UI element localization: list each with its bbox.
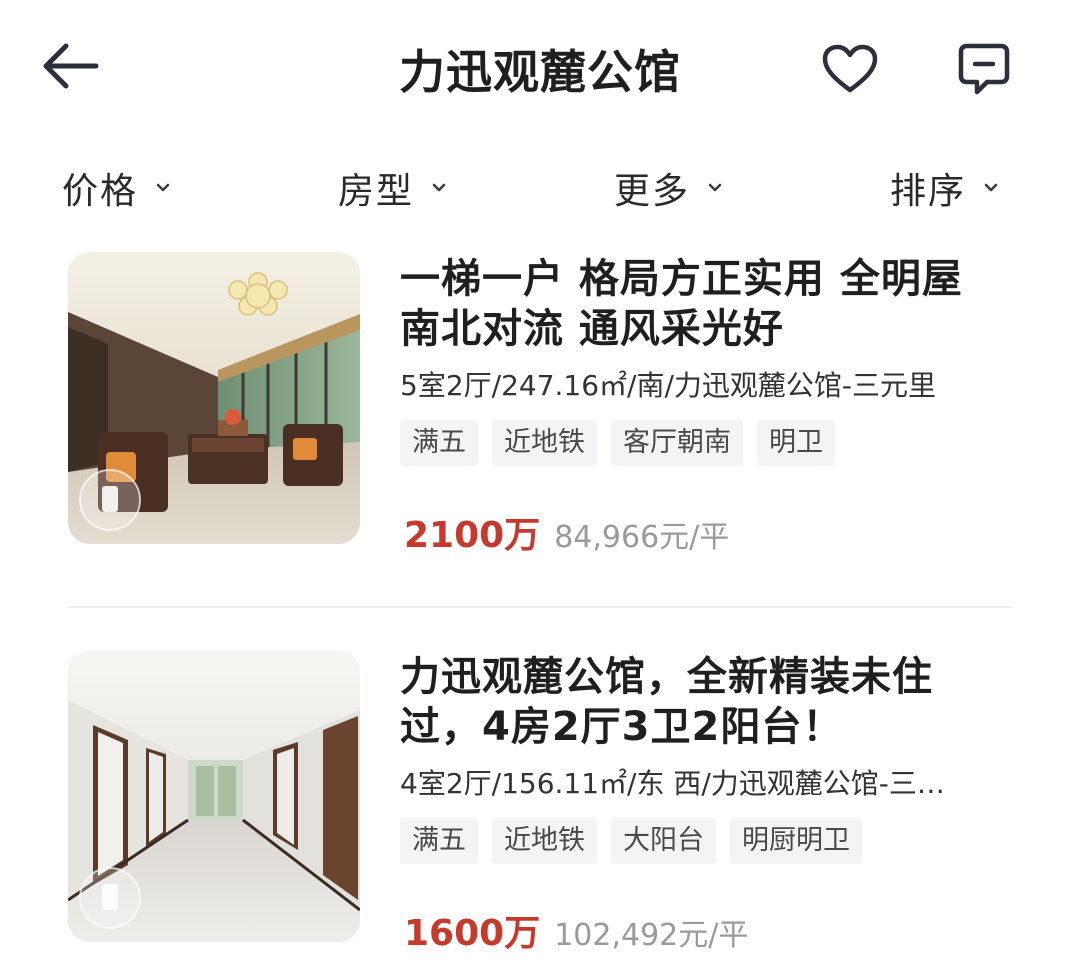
listing-tags: 满五 近地铁 客厅朝南 明卫 (400, 420, 849, 466)
listing-card[interactable]: 一梯一户 格局方正实用 全明屋 南北对流 通风采光好 5室2厅/247.16㎡/… (0, 250, 1080, 570)
filter-label: 更多 (614, 171, 691, 212)
listing-title: 力迅观麓公馆，全新精装未住过，4房2厅3卫2阳台！ (400, 654, 933, 750)
chat-bubble-icon (957, 42, 1011, 100)
chevron-down-icon (704, 177, 726, 199)
favorite-button[interactable] (814, 38, 886, 104)
listing-meta: 5室2厅/247.16㎡/南/力迅观麓公馆-三元里 (400, 369, 937, 402)
listing-tag: 满五 (400, 818, 478, 864)
filter-label: 房型 (338, 171, 415, 212)
listing-tag: 客厅朝南 (611, 420, 743, 466)
chevron-down-icon (152, 177, 174, 199)
listing-tags: 满五 近地铁 大阳台 明厨明卫 (400, 818, 876, 864)
page-title: 力迅观麓公馆 (399, 45, 681, 99)
listing-photo (68, 650, 360, 942)
filter-price[interactable]: 价格 (62, 160, 174, 216)
listing-title: 一梯一户 格局方正实用 全明屋 南北对流 通风采光好 (400, 256, 963, 352)
filter-more[interactable]: 更多 (614, 160, 726, 216)
message-button[interactable] (948, 38, 1020, 104)
listing-tag: 明厨明卫 (730, 818, 862, 864)
chevron-down-icon (428, 177, 450, 199)
unit-price: 84,966元/平 (554, 520, 730, 555)
price-row: 1600万 102,492元/平 (404, 904, 748, 954)
back-button[interactable] (30, 36, 110, 100)
filter-bar: 价格 房型 更多 排序 (0, 150, 1080, 226)
listing-tag: 大阳台 (611, 818, 716, 864)
total-price: 2100万 (404, 515, 541, 556)
filter-label: 价格 (62, 171, 139, 212)
listing-card[interactable]: 力迅观麓公馆，全新精装未住过，4房2厅3卫2阳台！ 4室2厅/156.11㎡/东… (0, 648, 1080, 975)
listing-tag: 满五 (400, 420, 478, 466)
listing-photo (68, 252, 360, 544)
price-row: 2100万 84,966元/平 (404, 506, 729, 556)
filter-sort[interactable]: 排序 (890, 160, 1002, 216)
heart-icon (822, 44, 878, 98)
listing-tag: 近地铁 (492, 818, 597, 864)
unit-price: 102,492元/平 (554, 918, 749, 953)
divider (68, 606, 1012, 608)
total-price: 1600万 (404, 913, 541, 954)
listing-meta: 4室2厅/156.11㎡/东 西/力迅观麓公馆-三… (400, 767, 945, 800)
back-arrow-icon (40, 42, 100, 94)
listing-tag: 明卫 (757, 420, 835, 466)
listing-tag: 近地铁 (492, 420, 597, 466)
filter-label: 排序 (890, 171, 967, 212)
filter-layout[interactable]: 房型 (338, 160, 450, 216)
chevron-down-icon (980, 177, 1002, 199)
top-app-bar: 力迅观麓公馆 (0, 0, 1080, 140)
